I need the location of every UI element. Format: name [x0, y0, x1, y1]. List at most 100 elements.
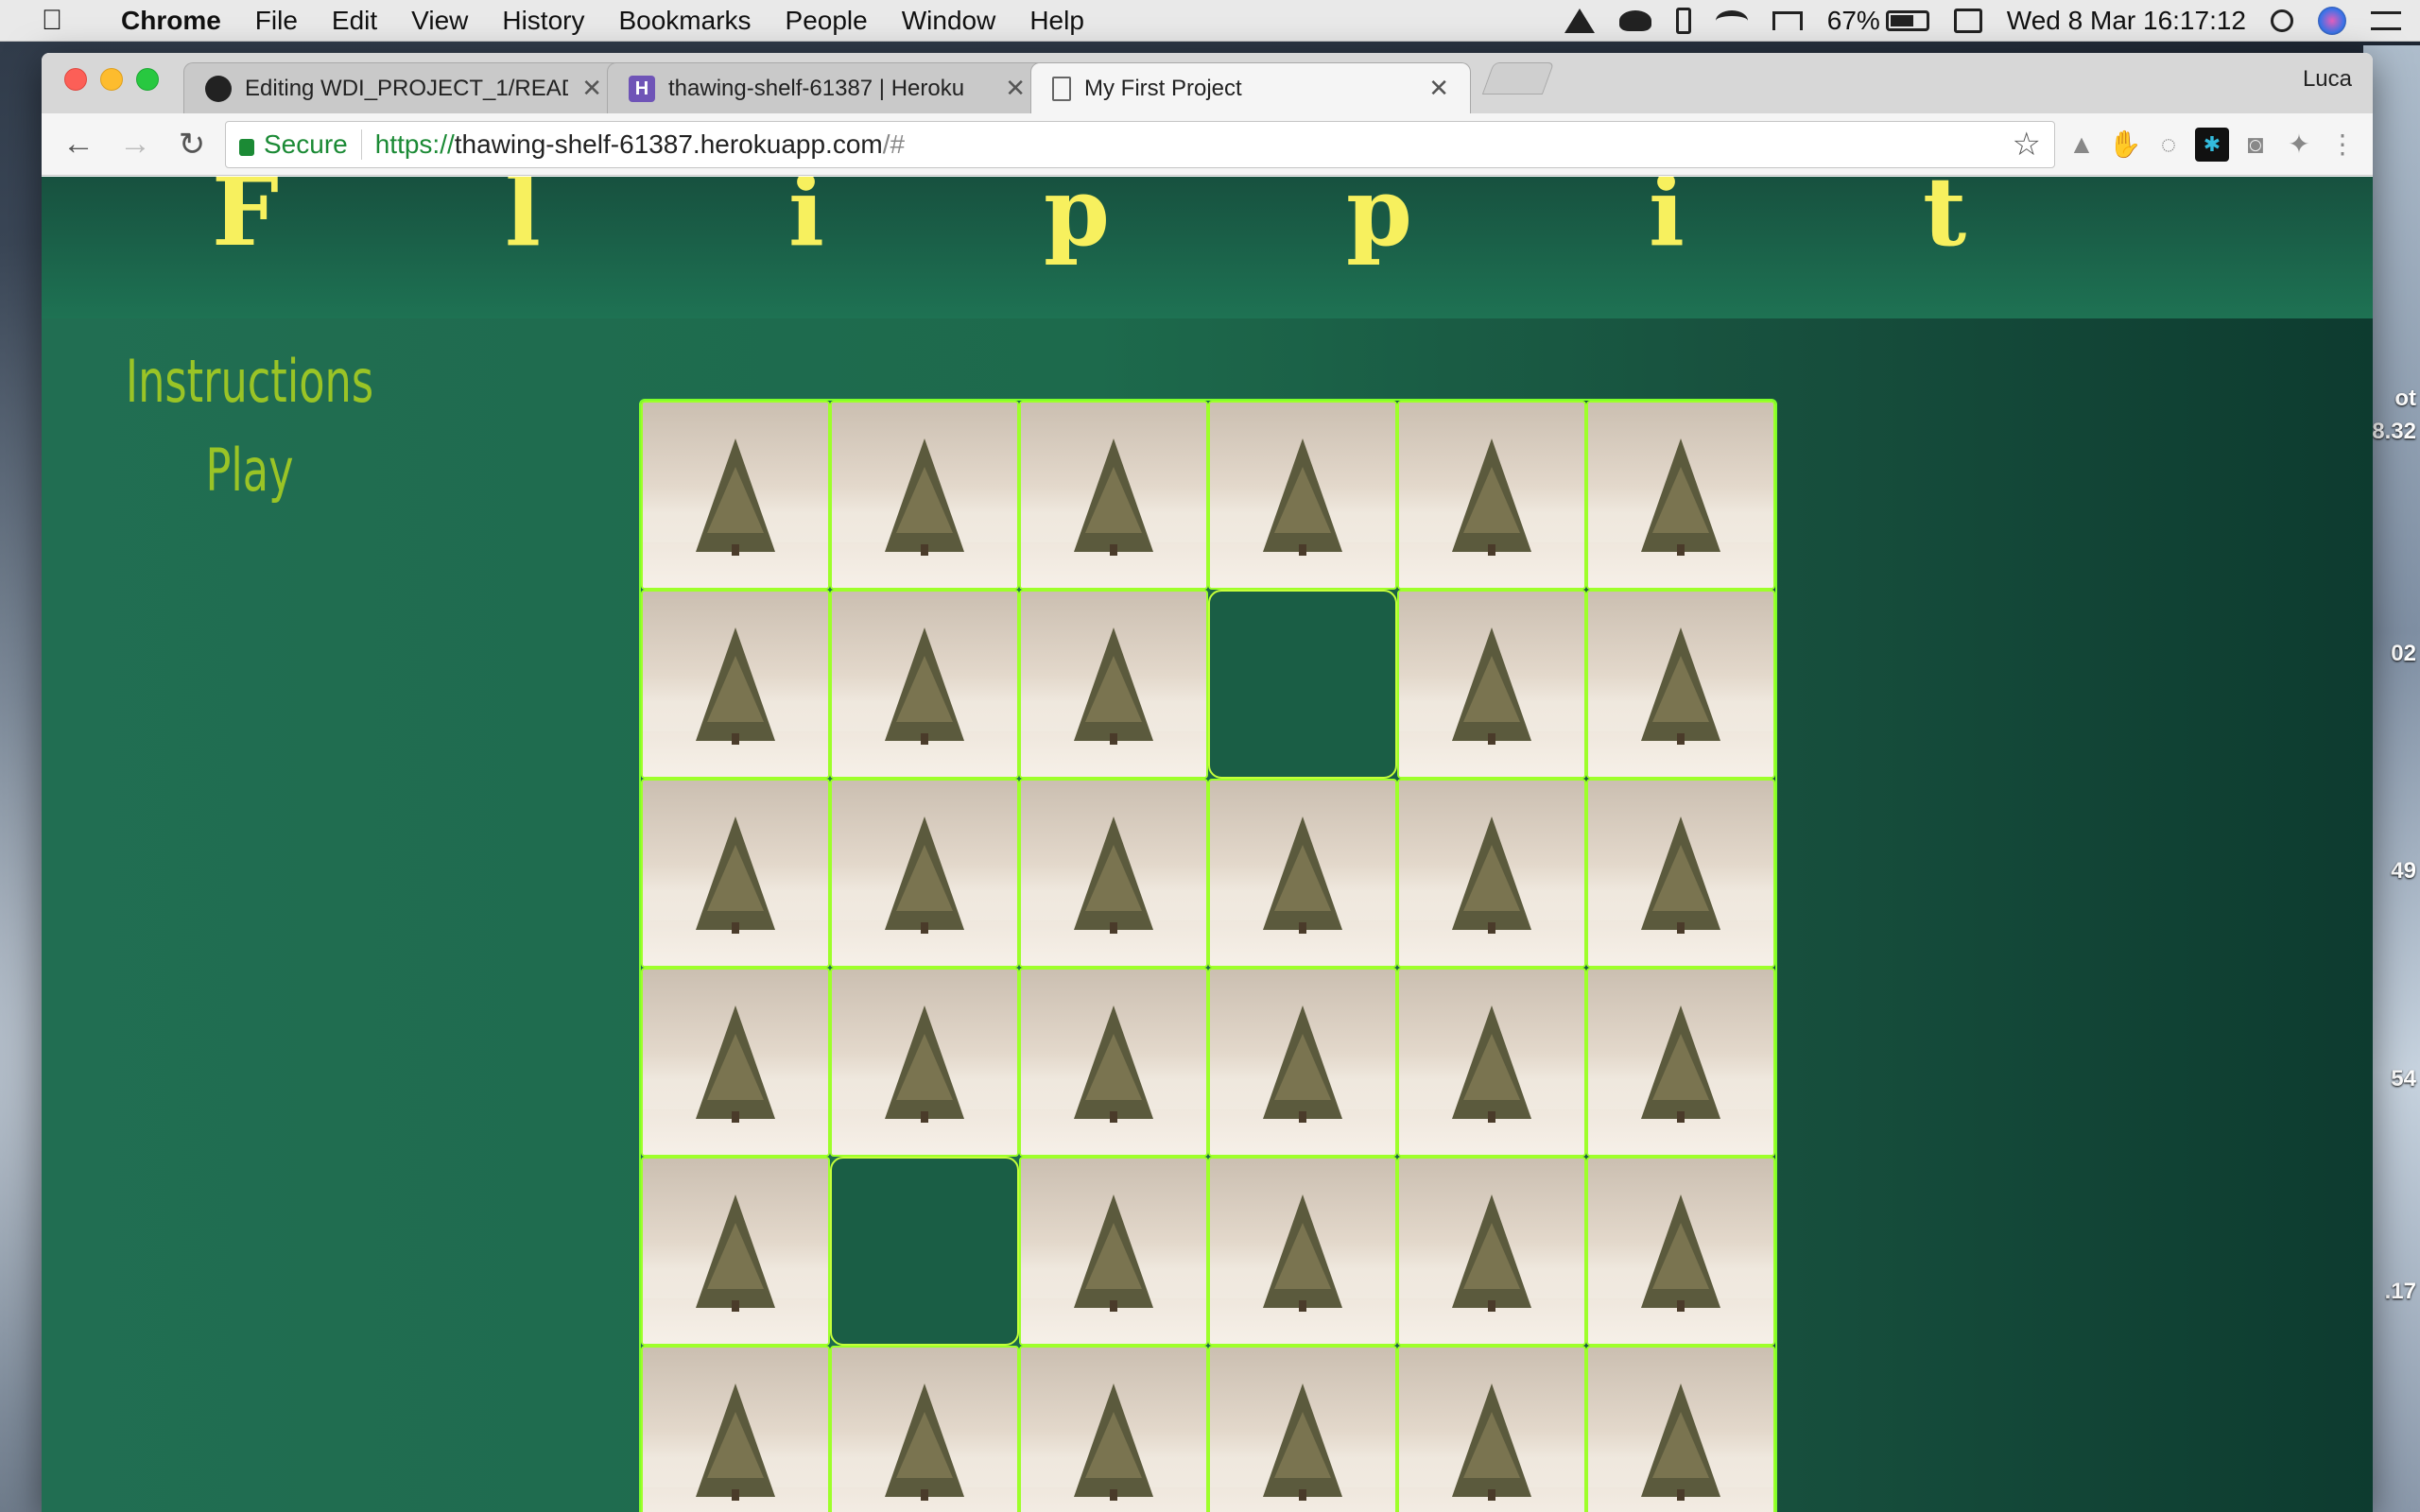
menu-item-file[interactable]: File [238, 6, 315, 36]
back-button[interactable]: ← [55, 121, 102, 168]
evernote-icon[interactable] [1618, 9, 1651, 31]
game-card[interactable] [1019, 968, 1208, 1157]
maximize-window-button[interactable] [136, 68, 159, 91]
drive-extension-icon[interactable]: ▲ [2065, 128, 2099, 162]
game-card[interactable] [641, 779, 830, 968]
menu-item-people[interactable]: People [769, 6, 885, 36]
menu-item-view[interactable]: View [394, 6, 485, 36]
tree-trunk [1488, 1489, 1495, 1501]
forward-button[interactable]: → [112, 121, 159, 168]
spotlight-search-icon[interactable] [2271, 9, 2293, 32]
tree-trunk [1488, 922, 1495, 934]
close-window-button[interactable] [64, 68, 87, 91]
game-card[interactable] [1208, 968, 1397, 1157]
keyboard-icon[interactable] [1953, 8, 1982, 33]
game-card[interactable] [1586, 968, 1775, 1157]
bookmark-star-icon[interactable]: ☆ [2013, 126, 2041, 163]
url-text: https://thawing-shelf-61387.herokuapp.co… [375, 129, 905, 160]
tab-my-first-project[interactable]: My First Project ✕ [1030, 62, 1471, 113]
game-card[interactable] [641, 401, 830, 590]
christmas-tree-icon [1263, 1383, 1342, 1497]
wifi-icon[interactable] [1715, 9, 1748, 31]
game-card[interactable] [641, 968, 830, 1157]
game-card[interactable] [1019, 1157, 1208, 1346]
game-card[interactable] [1019, 779, 1208, 968]
christmas-tree-icon [696, 816, 775, 930]
menu-item-window[interactable]: Window [885, 6, 1013, 36]
menu-item-history[interactable]: History [485, 6, 601, 36]
close-tab-icon[interactable]: ✕ [1428, 74, 1449, 103]
close-tab-icon[interactable]: ✕ [581, 74, 602, 103]
title-letter: F [212, 177, 279, 267]
address-bar[interactable]: Secure https://thawing-shelf-61387.herok… [225, 120, 2055, 168]
google-drive-icon[interactable] [1564, 8, 1595, 33]
url-scheme: https:// [374, 129, 455, 159]
close-tab-icon[interactable]: ✕ [1005, 74, 1026, 103]
game-card[interactable] [1397, 968, 1586, 1157]
game-card[interactable] [1397, 590, 1586, 779]
game-card[interactable] [1586, 779, 1775, 968]
game-card[interactable] [830, 1346, 1019, 1512]
game-card[interactable] [1208, 1346, 1397, 1512]
game-card[interactable] [1397, 779, 1586, 968]
game-card[interactable] [1586, 590, 1775, 779]
json-extension-icon[interactable]: ◌ [2152, 128, 2186, 162]
puzzle-extension-icon[interactable]: ✦ [2282, 128, 2316, 162]
game-card[interactable] [1019, 590, 1208, 779]
apple-menu-icon[interactable]:  [0, 5, 104, 37]
game-card[interactable] [1397, 1346, 1586, 1512]
profile-button[interactable]: Luca [2303, 66, 2352, 93]
bluetooth-icon[interactable] [1675, 7, 1691, 34]
tree-trunk [1488, 1300, 1495, 1312]
tree-trunk [732, 544, 739, 556]
menu-item-help[interactable]: Help [1012, 6, 1101, 36]
christmas-tree-icon [1074, 438, 1153, 552]
game-card[interactable] [641, 1157, 830, 1346]
game-card[interactable] [1208, 1157, 1397, 1346]
minimize-window-button[interactable] [100, 68, 123, 91]
siri-icon[interactable] [2318, 6, 2346, 35]
game-card[interactable] [1019, 1346, 1208, 1512]
adblock-extension-icon[interactable]: ✋ [2108, 128, 2142, 162]
christmas-tree-icon [1263, 816, 1342, 930]
browser-toolbar: ← → ↻ Secure https://thawing-shelf-61387… [42, 113, 2373, 176]
tab-github[interactable]: Editing WDI_PROJECT_1/READ ✕ [183, 62, 624, 113]
menu-item-bookmarks[interactable]: Bookmarks [601, 6, 768, 36]
game-card[interactable] [830, 968, 1019, 1157]
christmas-tree-icon [1074, 816, 1153, 930]
christmas-tree-icon [696, 627, 775, 741]
menu-item-edit[interactable]: Edit [315, 6, 394, 36]
game-card[interactable] [830, 590, 1019, 779]
tree-trunk [1677, 1300, 1685, 1312]
notification-center-icon[interactable] [2371, 10, 2401, 30]
game-card[interactable] [1397, 1157, 1586, 1346]
game-card[interactable] [1586, 401, 1775, 590]
tree-trunk [921, 922, 928, 934]
tree-trunk [921, 1111, 928, 1123]
game-card[interactable] [830, 401, 1019, 590]
game-card[interactable] [1397, 401, 1586, 590]
game-card[interactable] [830, 779, 1019, 968]
new-tab-button[interactable] [1481, 62, 1555, 94]
game-card[interactable] [1019, 401, 1208, 590]
play-link[interactable]: Play [100, 426, 400, 515]
game-card[interactable] [641, 590, 830, 779]
game-card[interactable] [1208, 779, 1397, 968]
game-card[interactable] [1586, 1346, 1775, 1512]
tree-trunk [1110, 544, 1117, 556]
instructions-link[interactable]: Instructions [100, 337, 400, 426]
color-picker-extension-icon[interactable]: ✱ [2195, 127, 2229, 162]
airplay-icon[interactable] [1772, 10, 1803, 30]
game-card[interactable] [1208, 401, 1397, 590]
chrome-menu-icon[interactable]: ⋮ [2325, 128, 2360, 162]
christmas-tree-icon [1263, 438, 1342, 552]
menu-app-name[interactable]: Chrome [104, 6, 238, 36]
screenshot-extension-icon[interactable]: ◙ [2238, 128, 2273, 162]
reload-button[interactable]: ↻ [168, 121, 216, 168]
tab-heroku[interactable]: H thawing-shelf-61387 | Heroku ✕ [607, 62, 1047, 113]
game-card[interactable] [1586, 1157, 1775, 1346]
game-card[interactable] [641, 1346, 830, 1512]
battery-indicator[interactable]: 67% [1827, 6, 1929, 36]
clock[interactable]: Wed 8 Mar 16:17:12 [2007, 6, 2246, 36]
christmas-tree-icon [696, 1383, 775, 1497]
